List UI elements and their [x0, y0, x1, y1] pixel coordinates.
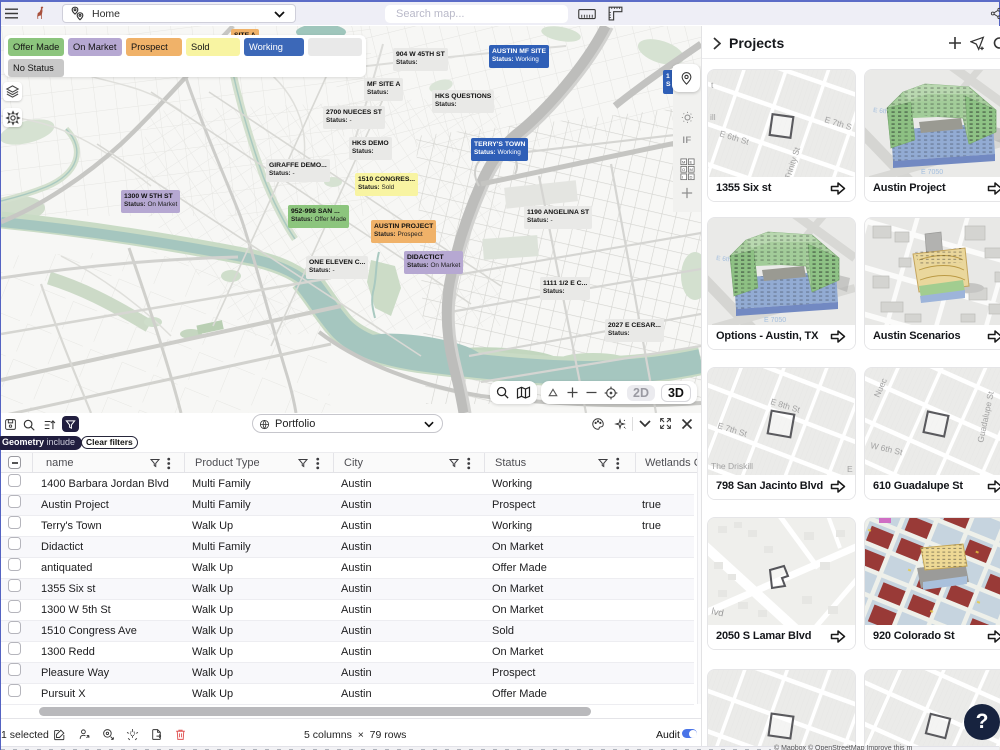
- svg-text:D: D: [689, 175, 692, 180]
- svg-text:E: E: [847, 464, 853, 474]
- svg-text:O: O: [681, 167, 684, 172]
- svg-text:ill: ill: [710, 112, 716, 122]
- svg-text:The Driskill: The Driskill: [711, 461, 753, 471]
- svg-text:E: E: [689, 160, 692, 165]
- svg-text:I: I: [681, 175, 682, 180]
